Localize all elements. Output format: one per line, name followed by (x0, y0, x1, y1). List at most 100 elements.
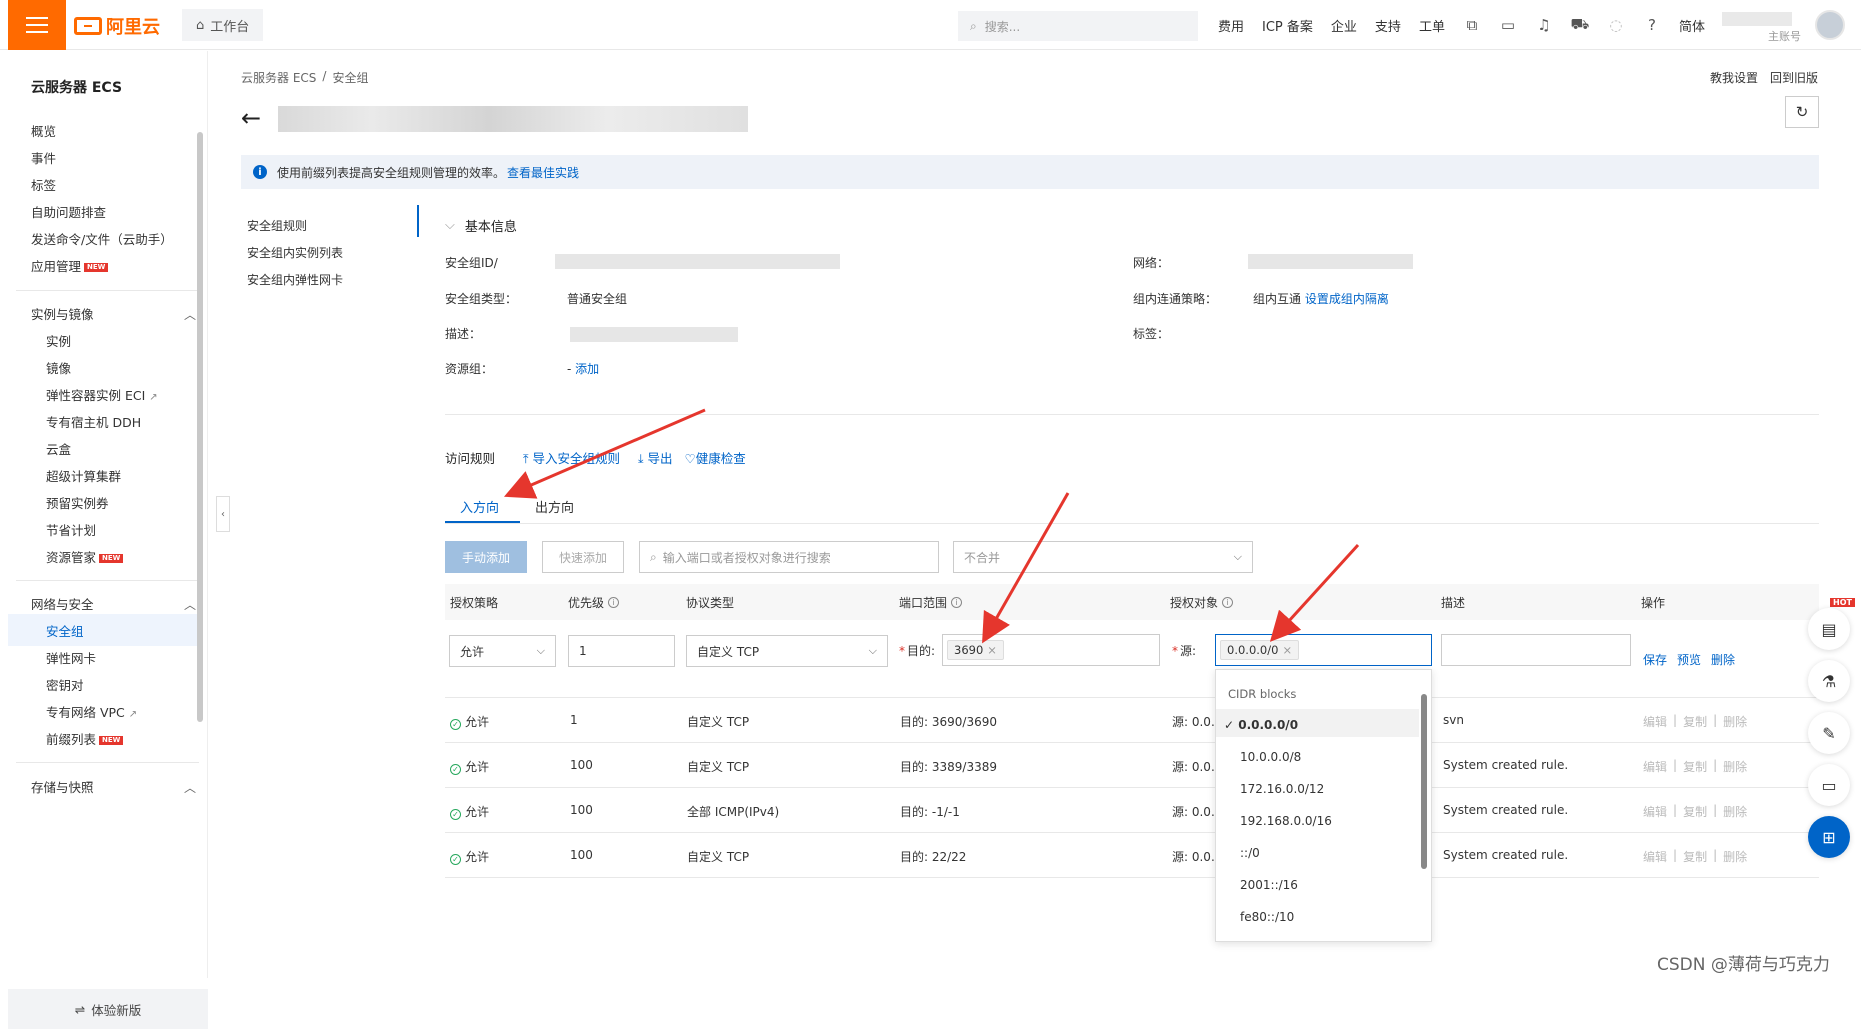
avatar[interactable] (1815, 10, 1845, 40)
edit-button[interactable]: 编辑 (1643, 848, 1667, 865)
sidebar-item-eni[interactable]: 弹性网卡 (46, 648, 96, 667)
cloud-shell-icon[interactable]: ⧉ (1463, 16, 1481, 34)
sidebar-item-eci[interactable]: 弹性容器实例 ECI ↗ (46, 385, 158, 404)
nav-ticket[interactable]: 工单 (1419, 16, 1445, 35)
sidebar-item-send-command[interactable]: 发送命令/文件（云助手） (31, 229, 173, 248)
flask-icon[interactable]: ⚗ (1808, 660, 1850, 702)
aliyun-logo[interactable]: 阿里云 (74, 13, 160, 39)
nav-support[interactable]: 支持 (1375, 16, 1401, 35)
help-icon[interactable]: ? (1643, 16, 1661, 34)
sidebar-item-keypair[interactable]: 密钥对 (46, 675, 84, 694)
sidebar-item-events[interactable]: 事件 (31, 148, 56, 167)
sidebar-group-storage[interactable]: 存储与快照 ︿ (31, 777, 196, 796)
dropdown-option-5[interactable]: 2001::/16 (1240, 878, 1298, 892)
sidebar-item-instance[interactable]: 实例 (46, 331, 71, 350)
sidebar-group-network[interactable]: 网络与安全 ︿ (31, 594, 196, 613)
account-info[interactable]: 主账号 (1722, 8, 1812, 43)
merge-select[interactable]: 不合并 ⌵ (953, 541, 1253, 573)
tab-outbound[interactable]: 出方向 (535, 497, 574, 516)
sidebar-item-overview[interactable]: 概览 (31, 121, 56, 140)
description-input[interactable] (1441, 634, 1631, 666)
clipboard-icon[interactable]: ▤ (1808, 608, 1850, 650)
sidebar-item-image[interactable]: 镜像 (46, 358, 71, 377)
guide-link[interactable]: 教我设置 (1710, 69, 1758, 86)
delete-button[interactable]: 删除 (1723, 713, 1747, 730)
dropdown-option-1[interactable]: 10.0.0.0/8 (1240, 750, 1301, 764)
back-arrow-icon[interactable]: ← (241, 104, 261, 132)
sidebar-item-vpc[interactable]: 专有网络 VPC ↗ (46, 702, 137, 721)
basic-info-header[interactable]: ⌵ 基本信息 (445, 216, 517, 235)
set-isolation-link[interactable]: 设置成组内隔离 (1305, 292, 1389, 306)
dropdown-option-0[interactable]: ✓ 0.0.0.0/0 (1224, 718, 1298, 732)
import-rules-link[interactable]: ⤒ 导入安全组规则 (523, 448, 620, 467)
copy-button[interactable]: 复制 (1683, 713, 1707, 730)
language-switch[interactable]: 简体 (1679, 16, 1705, 35)
tab-inbound[interactable]: 入方向 (460, 497, 499, 516)
sidebar-group-instances[interactable]: 实例与镜像 ︿ (31, 304, 196, 323)
sidebar-item-app-mgmt[interactable]: 应用管理 NEW (31, 256, 109, 275)
try-new-version-button[interactable]: ⇌ 体验新版 (8, 989, 208, 1029)
source-tag[interactable]: 0.0.0.0/0 × (1220, 640, 1300, 660)
copy-button[interactable]: 复制 (1683, 848, 1707, 865)
subnav-eni[interactable]: 安全组内弹性网卡 (247, 271, 343, 288)
info-circle-icon[interactable]: i (1222, 597, 1234, 608)
bell-icon[interactable]: ♫ (1535, 16, 1553, 34)
export-link[interactable]: ⤓ 导出 (638, 448, 673, 467)
dropdown-scrollbar[interactable] (1420, 680, 1428, 935)
sidebar-item-savings-plan[interactable]: 节省计划 (46, 520, 96, 539)
chat-icon[interactable]: ▭ (1808, 764, 1850, 806)
cart-icon[interactable]: ⛟ (1571, 15, 1590, 34)
dropdown-option-3[interactable]: 192.168.0.0/16 (1240, 814, 1332, 828)
sidebar-item-scc[interactable]: 超级计算集群 (46, 466, 121, 485)
close-icon[interactable]: × (987, 643, 997, 657)
workbench-button[interactable]: ⌂ 工作台 (182, 9, 264, 41)
health-check-link[interactable]: ♡健康检查 (685, 448, 746, 467)
breadcrumb-security-group[interactable]: 安全组 (332, 69, 368, 86)
delete-button[interactable]: 删除 (1723, 848, 1747, 865)
terminal-icon[interactable]: ▭ (1499, 16, 1517, 34)
sidebar-item-troubleshoot[interactable]: 自助问题排查 (31, 202, 106, 221)
breadcrumb-ecs[interactable]: 云服务器 ECS (241, 69, 316, 86)
global-search-input[interactable]: ⌕ 搜索... (958, 11, 1198, 41)
subnav-rules[interactable]: 安全组规则 (247, 217, 307, 234)
add-rg-link[interactable]: 添加 (575, 362, 599, 376)
close-icon[interactable]: × (1282, 643, 1292, 657)
edit-button[interactable]: 编辑 (1643, 803, 1667, 820)
old-version-link[interactable]: 回到旧版 (1770, 69, 1818, 86)
source-input[interactable]: 0.0.0.0/0 × (1215, 634, 1432, 666)
manual-add-button[interactable]: 手动添加 (445, 541, 527, 573)
delete-button[interactable]: 删除 (1723, 803, 1747, 820)
port-tag[interactable]: 3690 × (947, 640, 1004, 660)
edit-icon[interactable]: ✎ (1808, 712, 1850, 754)
sidebar-item-reserved[interactable]: 预留实例券 (46, 493, 109, 512)
info-circle-icon[interactable]: i (608, 597, 620, 608)
sidebar-item-resource-manager[interactable]: 资源管家 NEW (46, 547, 124, 566)
quick-add-button[interactable]: 快速添加 (542, 541, 624, 573)
protocol-select[interactable]: 自定义 TCP ⌵ (686, 635, 888, 667)
best-practice-link[interactable]: 查看最佳实践 (507, 164, 579, 181)
dropdown-option-6[interactable]: fe80::/10 (1240, 910, 1294, 924)
preview-button[interactable]: 预览 (1677, 651, 1701, 668)
dropdown-option-4[interactable]: ::/0 (1240, 846, 1260, 860)
nav-enterprise[interactable]: 企业 (1331, 16, 1357, 35)
save-button[interactable]: 保存 (1643, 651, 1667, 668)
nav-icp[interactable]: ICP 备案 (1262, 16, 1313, 35)
edit-button[interactable]: 编辑 (1643, 758, 1667, 775)
sidebar-item-security-group[interactable]: 安全组 (46, 621, 84, 640)
delete-button[interactable]: 删除 (1711, 651, 1735, 668)
sidebar-item-cloudbox[interactable]: 云盒 (46, 439, 71, 458)
menu-icon[interactable] (8, 0, 66, 50)
sidebar-item-ddh[interactable]: 专有宿主机 DDH (46, 412, 141, 431)
info-circle-icon[interactable]: i (951, 597, 963, 608)
rule-search-input[interactable]: ⌕ 输入端口或者授权对象进行搜索 (639, 541, 939, 573)
sidebar-item-prefix-list[interactable]: 前缀列表 NEW (46, 729, 124, 748)
dropdown-option-2[interactable]: 172.16.0.0/12 (1240, 782, 1324, 796)
policy-select[interactable]: 允许 ⌵ (449, 635, 556, 667)
collapse-sidebar-button[interactable]: ‹ (216, 496, 230, 532)
delete-button[interactable]: 删除 (1723, 758, 1747, 775)
apps-icon[interactable]: ⊞ (1808, 816, 1850, 858)
edit-button[interactable]: 编辑 (1643, 713, 1667, 730)
port-range-input[interactable]: 3690 × (942, 634, 1160, 666)
sidebar-scrollbar[interactable] (196, 60, 204, 920)
nav-fees[interactable]: 费用 (1218, 16, 1244, 35)
